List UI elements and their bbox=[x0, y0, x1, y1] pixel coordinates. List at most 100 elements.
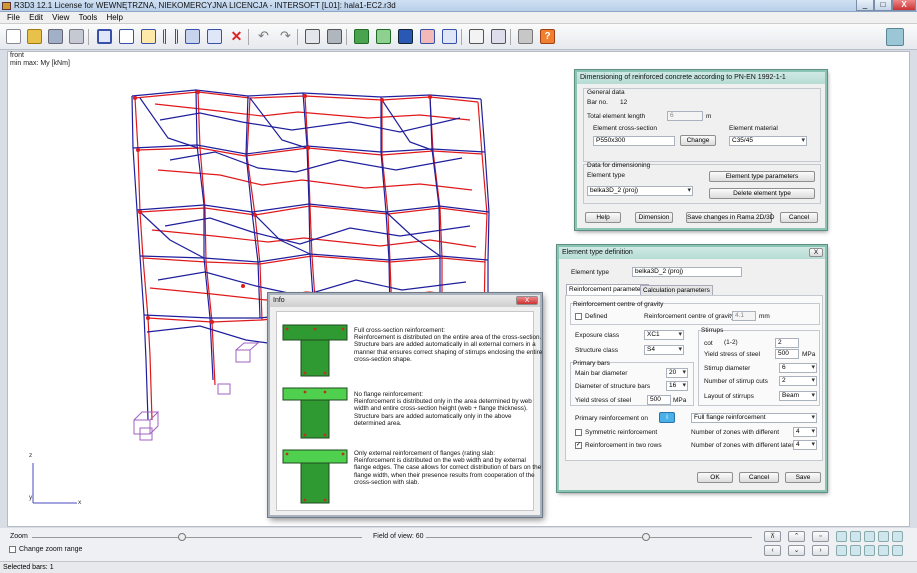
bottom-panel: Zoom Change zoom range Field of view: 60… bbox=[0, 528, 917, 561]
zoom-slider-thumb[interactable] bbox=[178, 533, 186, 541]
zones-label: Number of zones with different bbox=[691, 429, 780, 436]
dimensioning-dialog: Dimensioning of reinforced concrete acco… bbox=[575, 70, 827, 230]
zoom-range-checkbox[interactable] bbox=[9, 546, 16, 553]
info-icon[interactable]: i bbox=[659, 412, 675, 423]
tab-reinforcement[interactable]: Reinforcement parameters bbox=[566, 284, 649, 295]
cross-section-field[interactable]: P550x300 bbox=[593, 136, 675, 146]
arrow-down-icon[interactable]: ⌄ bbox=[788, 545, 805, 556]
element-type-label: Element type bbox=[571, 269, 609, 276]
fov-slider-thumb[interactable] bbox=[642, 533, 650, 541]
stirrup-yield-label: Yield stress of steel bbox=[704, 351, 761, 358]
cross-section-label: Element cross-section bbox=[593, 125, 657, 132]
help-button[interactable]: Help bbox=[585, 212, 621, 223]
layout-select[interactable]: Beam bbox=[779, 391, 817, 401]
cot-label: cot bbox=[704, 340, 713, 347]
info-item-no-flange: No flange reinforcement: Reinforcement i… bbox=[354, 391, 544, 427]
structure-class-select[interactable]: S4 bbox=[644, 345, 684, 355]
general-data-label: General data bbox=[587, 89, 625, 96]
view-reset-icon[interactable] bbox=[892, 545, 903, 556]
cancel-button[interactable]: Cancel bbox=[739, 472, 779, 483]
zones-select[interactable]: 4 bbox=[793, 427, 817, 437]
info-text-external-flange: Reinforcement is distributed on the web … bbox=[354, 457, 542, 486]
zoom-label: Zoom bbox=[10, 533, 28, 540]
axis-z-label: z bbox=[29, 452, 33, 459]
view-top-icon[interactable] bbox=[864, 531, 875, 542]
rotate-left-icon[interactable]: ⊼ bbox=[764, 531, 781, 542]
view-iso2-icon[interactable] bbox=[850, 545, 861, 556]
cot-field[interactable]: 2 bbox=[775, 338, 799, 348]
zoom-slider-track[interactable] bbox=[32, 537, 362, 538]
centre-field[interactable]: 4.1 bbox=[732, 311, 756, 321]
cancel-button[interactable]: Cancel bbox=[780, 212, 818, 223]
close-icon[interactable]: X bbox=[516, 296, 538, 305]
supports bbox=[133, 342, 260, 441]
exposure-select[interactable]: XC1 bbox=[644, 330, 684, 340]
centre-label: Reinforcement centre of gravity bbox=[644, 313, 735, 320]
element-type-select[interactable]: belka3D_2 (proj) bbox=[587, 186, 693, 196]
primary-on-select[interactable]: Full flange reinforcement bbox=[691, 413, 817, 423]
centre-group-label: Reinforcement centre of gravity bbox=[573, 301, 664, 308]
info-title: Info bbox=[270, 295, 540, 307]
stirrup-diam-label: Stirrup diameter bbox=[704, 365, 751, 372]
fov-slider-track[interactable] bbox=[426, 537, 752, 538]
total-length-field[interactable]: 6 bbox=[667, 111, 703, 121]
axis-x-label: x bbox=[78, 499, 82, 506]
bar-no-label: Bar no. bbox=[587, 99, 608, 106]
element-type-params-button[interactable]: Element type parameters bbox=[709, 171, 815, 182]
symmetric-checkbox[interactable] bbox=[575, 429, 582, 436]
primary-on-label: Primary reinforcement on bbox=[575, 415, 648, 422]
view-grid-icon[interactable] bbox=[878, 531, 889, 542]
change-button[interactable]: Change bbox=[680, 135, 716, 146]
arrow-left-icon[interactable]: ‹ bbox=[764, 545, 781, 556]
yield-field[interactable]: 500 bbox=[647, 395, 671, 405]
info-text-no-flange: Reinforcement is distributed only in the… bbox=[354, 398, 532, 427]
stirrup-diam-select[interactable]: 6 bbox=[779, 363, 817, 373]
cot-range: (1-2) bbox=[724, 339, 738, 346]
material-label: Element material bbox=[729, 125, 778, 132]
main-bar-select[interactable]: 20 bbox=[666, 368, 688, 378]
zones-lateral-select[interactable]: 4 bbox=[793, 440, 817, 450]
arrow-right-icon[interactable]: › bbox=[812, 545, 829, 556]
structure-bars-label: Diameter of structure bars bbox=[575, 383, 651, 390]
yield-unit: MPa bbox=[673, 397, 687, 404]
view-3d-icon[interactable] bbox=[892, 531, 903, 542]
view-iso3-icon[interactable] bbox=[864, 545, 875, 556]
material-select[interactable]: C35/45 bbox=[729, 136, 807, 146]
view-iso1-icon[interactable] bbox=[836, 545, 847, 556]
tab-calculation[interactable]: Calculation parameters bbox=[640, 285, 713, 295]
total-length-label: Total element length bbox=[587, 113, 646, 120]
structure-bars-select[interactable]: 16 bbox=[666, 381, 688, 391]
save-button[interactable]: Save bbox=[785, 472, 821, 483]
full-section-diagram bbox=[282, 324, 348, 377]
arrow-up-icon[interactable]: ⌃ bbox=[788, 531, 805, 542]
defined-label: Defined bbox=[585, 313, 608, 320]
yield-label: Yield stress of steel bbox=[575, 397, 632, 404]
save-changes-button[interactable]: Save changes in Rama 2D/3D bbox=[686, 212, 774, 223]
view-side-icon[interactable] bbox=[850, 531, 861, 542]
info-heading-full: Full cross-section reinforcement: bbox=[354, 327, 445, 334]
dialog-title: Dimensioning of reinforced concrete acco… bbox=[577, 72, 825, 84]
stirrup-yield-unit: MPa bbox=[802, 351, 816, 358]
defined-checkbox[interactable] bbox=[575, 313, 582, 320]
stirrup-yield-field[interactable]: 500 bbox=[775, 349, 799, 359]
two-rows-checkbox[interactable]: ✓ bbox=[575, 442, 582, 449]
data-for-dim-label: Data for dimensioning bbox=[587, 162, 651, 169]
zoom-range-label: Change zoom range bbox=[19, 546, 83, 553]
dimension-button[interactable]: Dimension bbox=[635, 212, 673, 223]
element-type-field[interactable]: belka3D_2 (proj) bbox=[632, 267, 742, 277]
stirrup-cuts-label: Number of stirrup cuts bbox=[704, 378, 768, 385]
element-type-label: Element type bbox=[587, 172, 625, 179]
info-item-external-flange: Only external reinforcement of flanges (… bbox=[354, 450, 544, 486]
ok-button[interactable]: OK bbox=[697, 472, 733, 483]
two-rows-label: Reinforcement in two rows bbox=[585, 442, 662, 449]
delete-element-type-button[interactable]: Delete element type bbox=[709, 188, 815, 199]
view-iso4-icon[interactable] bbox=[878, 545, 889, 556]
info-text-full: Reinforcement is distributed on the enti… bbox=[354, 334, 543, 363]
page-icon[interactable]: ▫ bbox=[812, 531, 829, 542]
stirrup-cuts-select[interactable]: 2 bbox=[779, 376, 817, 386]
close-icon[interactable]: X bbox=[809, 248, 823, 257]
view-front-icon[interactable] bbox=[836, 531, 847, 542]
fov-label: Field of view: 60 bbox=[373, 533, 424, 540]
status-bar: Selected bars: 1 bbox=[0, 561, 917, 573]
bar-no-value: 12 bbox=[620, 99, 628, 106]
